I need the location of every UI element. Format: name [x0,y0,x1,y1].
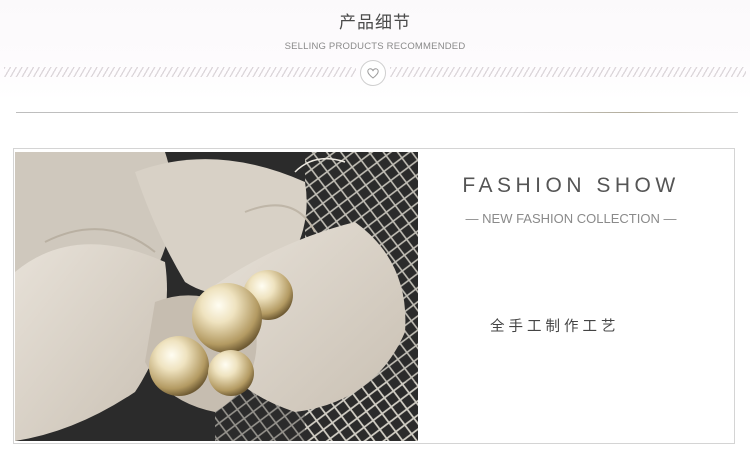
section-header: 产品细节 SELLING PRODUCTS RECOMMENDED [0,0,750,100]
dash-right: — [663,211,677,226]
feature-subheading: NEW FASHION COLLECTION [482,211,660,226]
decorative-hatch-right [390,67,746,77]
craft-text: 全手工制作工艺 [490,319,620,335]
feature-subheading-line: — NEW FASHION COLLECTION — [440,211,702,226]
bow-pearl-hat-photo [15,152,418,441]
dash-left: — [465,211,479,226]
section-title: 产品细节 [339,13,411,33]
heart-icon [360,60,386,86]
section-subtitle: SELLING PRODUCTS RECOMMENDED [284,41,466,52]
feature-heading: FASHION SHOW [462,174,680,197]
section-divider [16,112,738,113]
decorative-hatch-left [4,67,356,77]
